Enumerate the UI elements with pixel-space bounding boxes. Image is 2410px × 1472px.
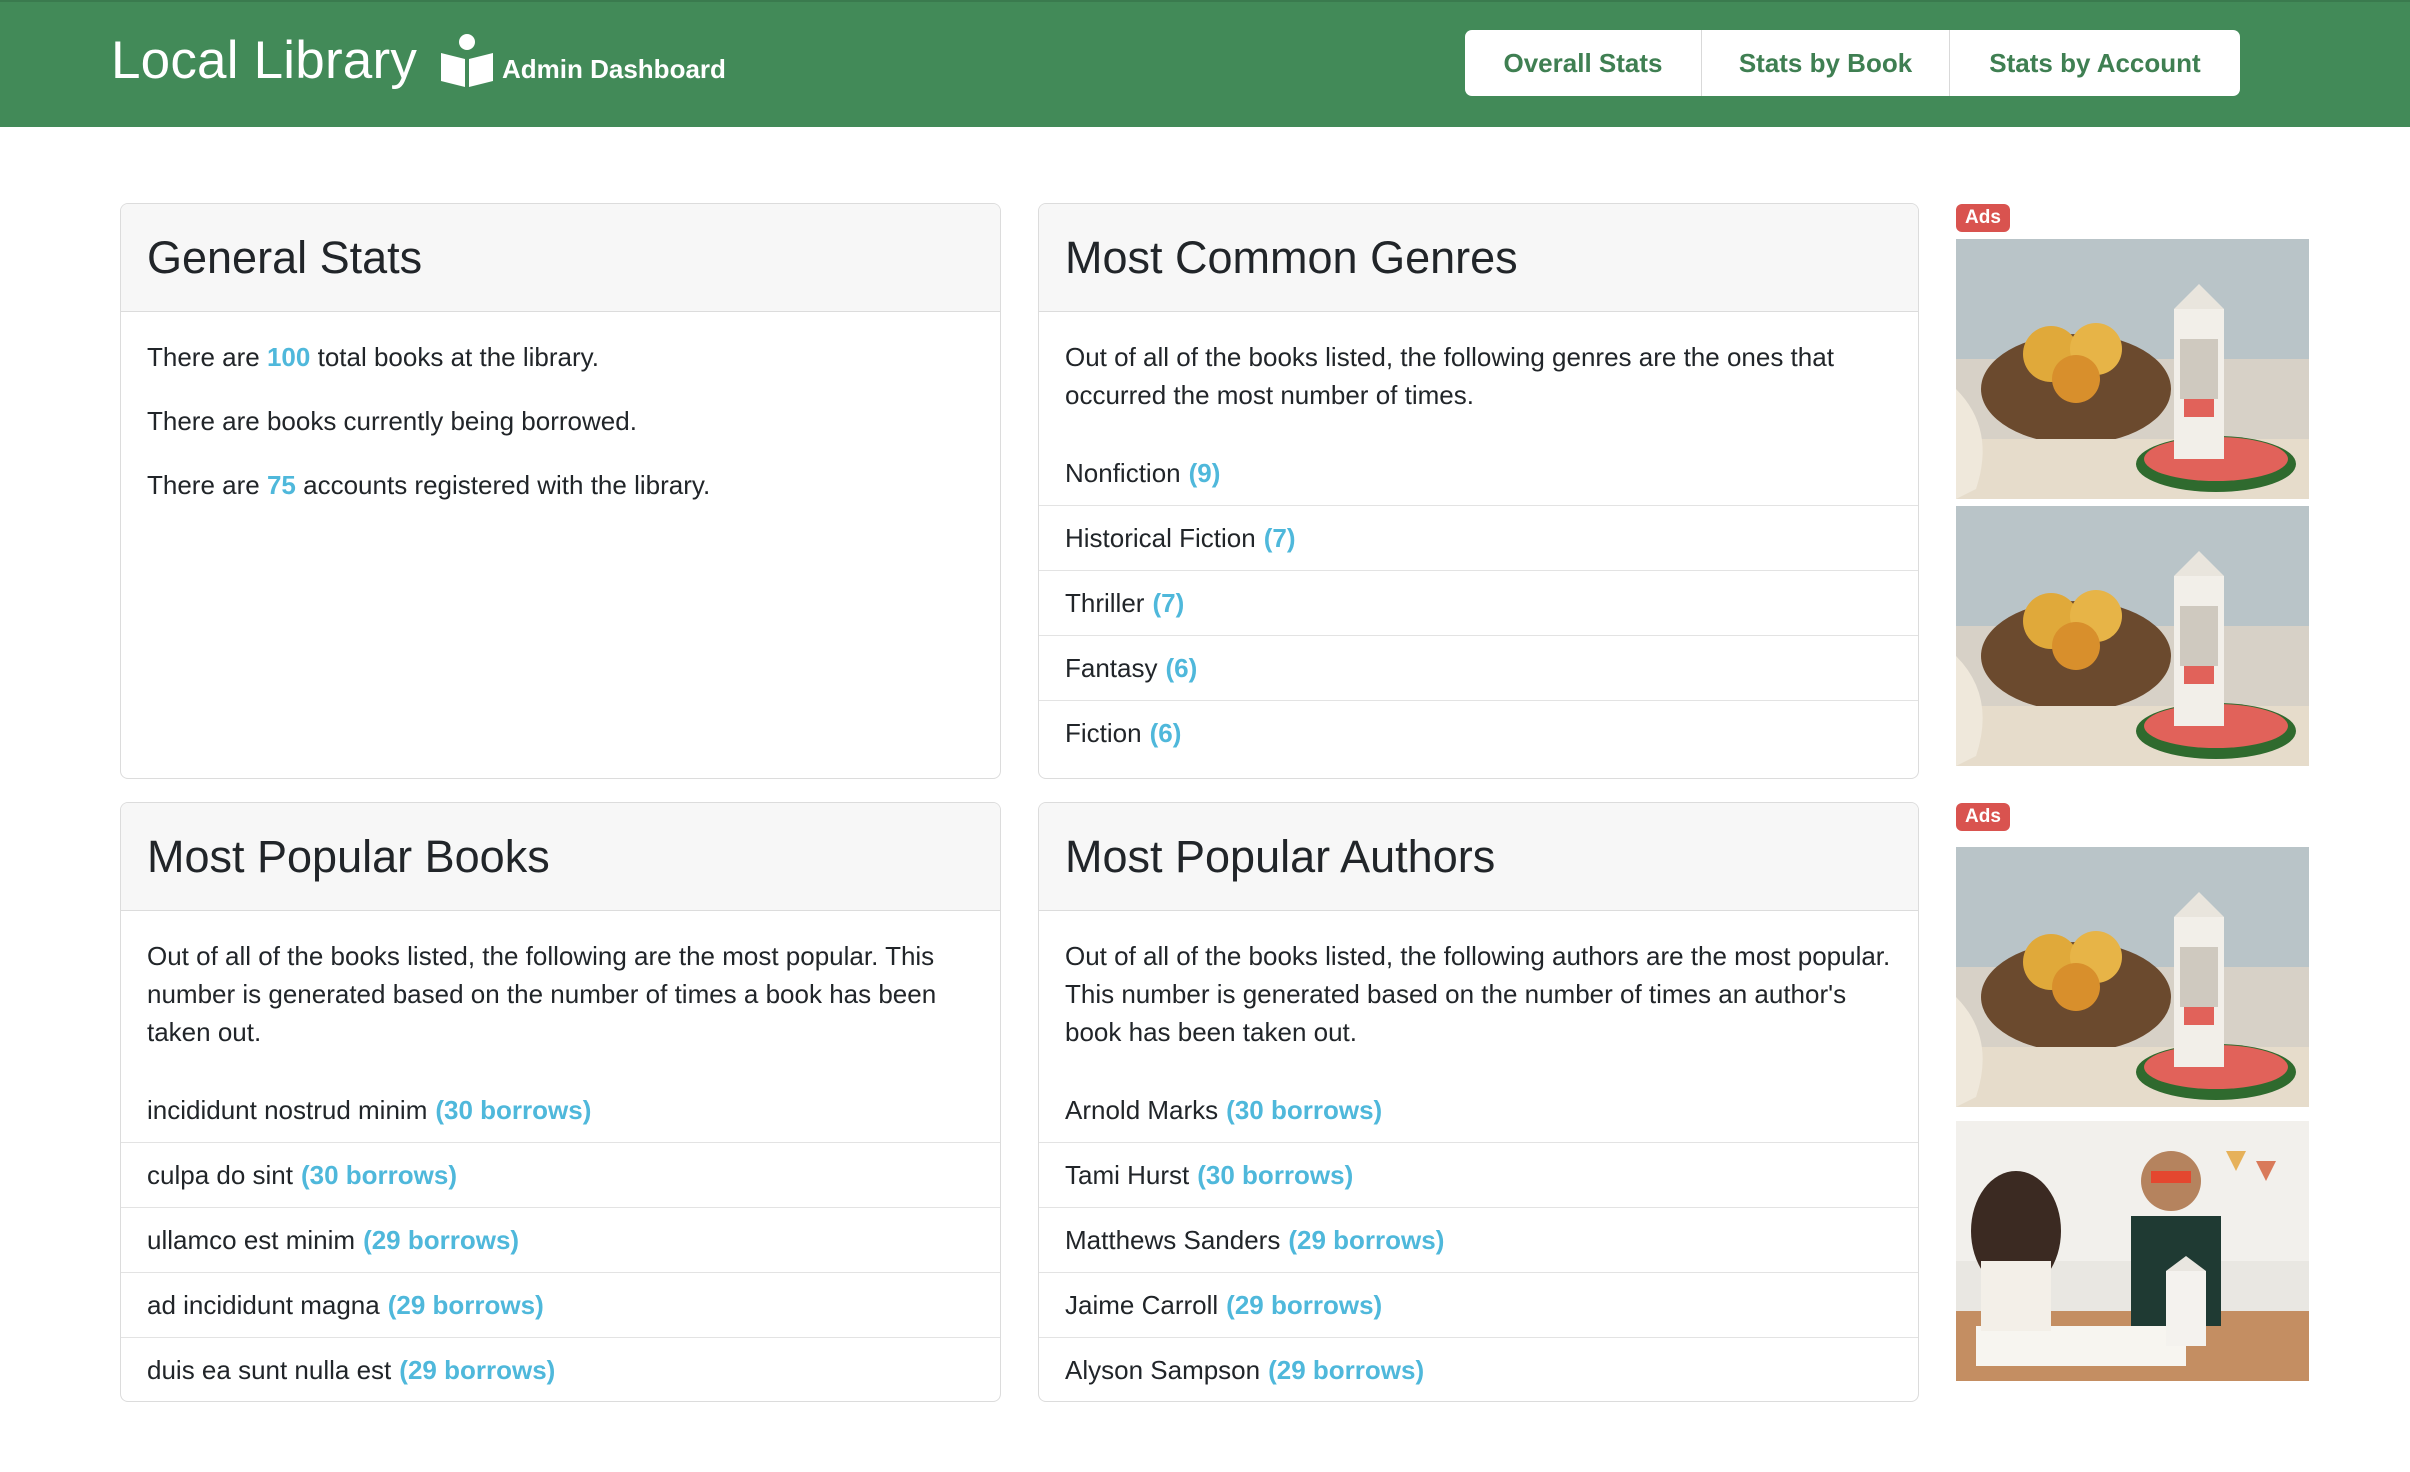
general-stats-card: General Stats There are 100 total books … [120,203,1001,779]
card-title: General Stats [147,231,423,283]
card-header: General Stats [121,204,1000,312]
card-title: Most Popular Authors [1065,830,1496,882]
stat-text: There are [147,470,260,500]
item-count: (29 borrows) [1288,1225,1445,1255]
stat-text: accounts registered with the library. [303,470,711,500]
item-count: (6) [1165,653,1198,683]
brand-title[interactable]: Local Library [111,30,417,91]
item-count: (9) [1188,457,1221,488]
item-count: (30 borrows) [1197,1160,1354,1190]
item-count: (6) [1149,718,1182,748]
total-books-stat: There are 100 total books at the library… [147,338,974,376]
stat-text: There are [147,342,260,372]
stat-text: total books at the library. [317,342,599,372]
card-body: Out of all of the books listed, the foll… [1039,312,1918,765]
item-name: ullamco est minim [147,1225,356,1255]
item-name: Nonfiction [1065,457,1181,488]
item-name: Historical Fiction [1065,523,1256,553]
list-item: Fantasy (6) [1039,635,1918,700]
item-name: Jaime Carroll [1065,1290,1219,1320]
common-genres-card: Most Common Genres Out of all of the boo… [1038,203,1919,779]
list-item: Alyson Sampson (29 borrows) [1039,1337,1918,1401]
item-name: ad incididunt magna [147,1290,380,1320]
list-item: duis ea sunt nulla est (29 borrows) [121,1337,1000,1401]
book-reader-icon [439,33,495,89]
list-item: Matthews Sanders (29 borrows) [1039,1207,1918,1272]
list-item: Tami Hurst (30 borrows) [1039,1142,1918,1207]
item-count: (30 borrows) [300,1160,458,1190]
ad-image-fruit-carton[interactable] [1956,239,2309,499]
card-header: Most Common Genres [1039,204,1918,312]
popular-books-card: Most Popular Books Out of all of the boo… [120,802,1001,1402]
brand[interactable]: Local Library [111,30,495,91]
list-item: Arnold Marks (30 borrows) [1039,1077,1918,1142]
card-intro: Out of all of the books listed, the foll… [1065,342,1834,410]
item-name: Arnold Marks [1065,1094,1219,1125]
accounts-stat: There are 75 accounts registered with th… [147,466,974,504]
card-body: Out of all of the books listed, the foll… [121,911,1000,1401]
list-item: Historical Fiction (7) [1039,505,1918,570]
item-name: Fiction [1065,718,1142,748]
list-item: Thriller (7) [1039,570,1918,635]
borrowed-stat: There are books currently being borrowed… [147,406,637,436]
genre-list: Nonfiction (9) Historical Fiction (7) Thri… [1039,440,1918,765]
card-body: There are 100 total books at the library… [121,312,1000,504]
top-navbar: Local Library Admin Dashboard Overall St… [0,0,2410,127]
item-count: (30 borrows) [1226,1094,1383,1125]
card-header: Most Popular Books [121,803,1000,911]
stats-by-book-button[interactable]: Stats by Book [1702,30,1950,96]
list-item: culpa do sint (30 borrows) [121,1142,1000,1207]
dashboard-subtitle: Admin Dashboard [502,54,726,84]
item-name: Fantasy [1065,653,1158,683]
total-books-value: 100 [266,342,311,372]
list-item: Nonfiction (9) [1039,440,1918,505]
stats-by-account-button[interactable]: Stats by Account [1950,30,2240,96]
popular-authors-card: Most Popular Authors Out of all of the b… [1038,802,1919,1402]
overall-stats-button[interactable]: Overall Stats [1465,30,1702,96]
item-name: Matthews Sanders [1065,1225,1281,1255]
card-header: Most Popular Authors [1039,803,1918,911]
book-list: incididunt nostrud minim (30 borrows) cul… [121,1077,1000,1401]
nav-button-group: Overall Stats Stats by Book Stats by Acc… [1465,30,2240,96]
item-count: (30 borrows) [435,1094,592,1125]
list-item: incididunt nostrud minim (30 borrows) [121,1077,1000,1142]
item-count: (29 borrows) [399,1355,556,1385]
card-intro: Out of all of the books listed, the foll… [1065,941,1891,1047]
list-item: Fiction (6) [1039,700,1918,765]
list-item: ad incididunt magna (29 borrows) [121,1272,1000,1337]
list-item: Jaime Carroll (29 borrows) [1039,1272,1918,1337]
item-count: (29 borrows) [387,1290,544,1320]
item-name: duis ea sunt nulla est [147,1355,392,1385]
item-name: Tami Hurst [1065,1160,1190,1190]
list-item: ullamco est minim (29 borrows) [121,1207,1000,1272]
ads-badge: Ads [1956,204,2010,232]
ad-image-fruit-carton[interactable] [1956,847,2309,1107]
ad-image-family-carton[interactable] [1956,1121,2309,1381]
author-list: Arnold Marks (30 borrows) Tami Hurst (30 b… [1039,1077,1918,1401]
item-count: (7) [1263,523,1296,553]
item-name: Alyson Sampson [1065,1355,1261,1385]
card-intro: Out of all of the books listed, the foll… [147,941,937,1047]
item-name: incididunt nostrud minim [147,1094,428,1125]
ad-image-fruit-carton[interactable] [1956,506,2309,766]
item-count: (29 borrows) [1226,1290,1383,1320]
item-name: culpa do sint [147,1160,293,1190]
item-name: Thriller [1065,588,1145,618]
item-count: (29 borrows) [1268,1355,1425,1385]
card-body: Out of all of the books listed, the foll… [1039,911,1918,1401]
item-count: (7) [1152,588,1185,618]
card-title: Most Popular Books [147,830,550,882]
item-count: (29 borrows) [363,1225,520,1255]
accounts-value: 75 [266,470,296,500]
ads-badge: Ads [1956,803,2010,831]
card-title: Most Common Genres [1065,231,1518,283]
